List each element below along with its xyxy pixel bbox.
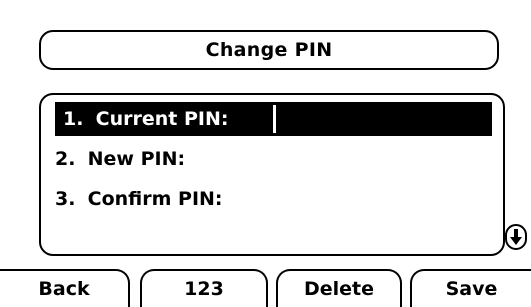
scroll-down-icon (505, 224, 527, 250)
list-item-label: Confirm PIN: (87, 188, 223, 210)
list-item-number: 1. (63, 108, 84, 130)
delete-button[interactable]: Delete (276, 269, 402, 307)
delete-button-label: Delete (303, 278, 375, 300)
pin-field-list: 1. Current PIN: 2. New PIN: 3. Confirm P… (39, 93, 505, 256)
list-item-label: New PIN: (87, 148, 186, 170)
back-button-label: Back (38, 278, 90, 300)
back-button[interactable]: Back (0, 269, 130, 307)
page-title-text: Change PIN (205, 39, 333, 61)
list-item-confirm-pin[interactable]: 3. Confirm PIN: (55, 182, 223, 216)
save-button-label: Save (445, 278, 498, 300)
list-item-new-pin[interactable]: 2. New PIN: (55, 142, 185, 176)
input-mode-button-label: 123 (184, 278, 224, 300)
current-pin-input[interactable] (276, 102, 492, 136)
list-item-label-wrap: 1. Current PIN: (55, 102, 273, 136)
page-title: Change PIN (39, 30, 499, 70)
list-item-label: Current PIN: (95, 108, 229, 130)
input-mode-button[interactable]: 123 (140, 269, 268, 307)
phone-screen: Change PIN 1. Current PIN: 2. New PIN: 3… (0, 0, 531, 307)
list-item-number: 2. (55, 148, 76, 170)
save-button[interactable]: Save (410, 269, 531, 307)
list-item-number: 3. (55, 188, 76, 210)
list-item-current-pin[interactable]: 1. Current PIN: (55, 102, 492, 136)
